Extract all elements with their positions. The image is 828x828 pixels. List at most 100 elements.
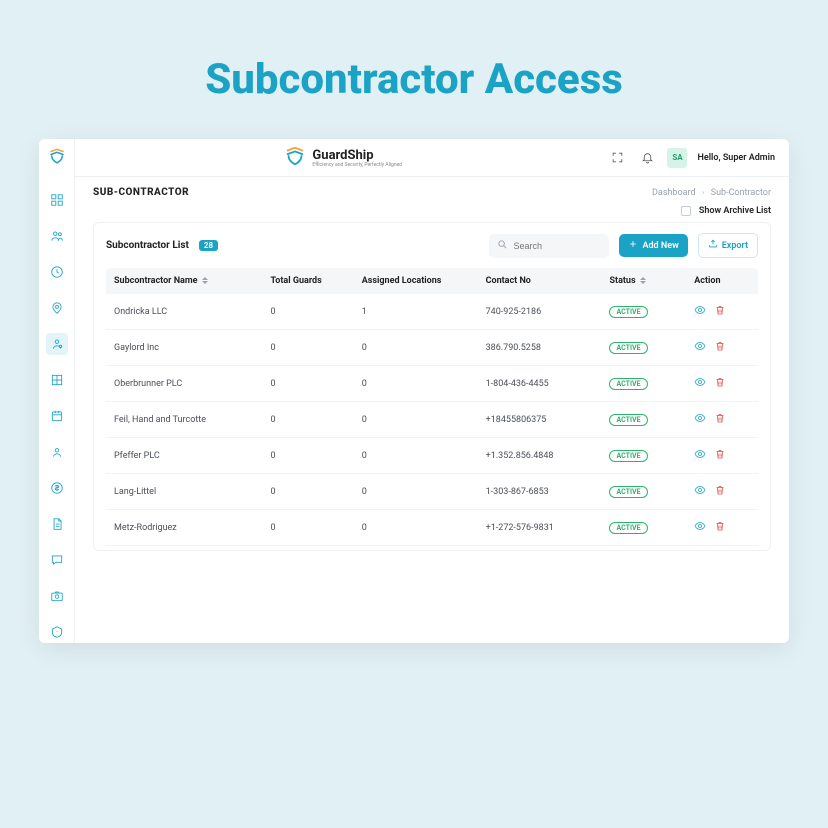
delete-icon[interactable] — [714, 412, 726, 427]
export-label: Export — [722, 241, 748, 251]
col-status[interactable]: Status — [601, 268, 686, 294]
list-title: Subcontractor List — [106, 240, 189, 251]
archive-toggle-row: Show Archive List — [93, 206, 771, 216]
view-icon[interactable] — [694, 484, 706, 499]
search-input[interactable] — [513, 241, 593, 251]
cell-action — [686, 474, 758, 510]
nav-clock[interactable] — [46, 261, 68, 283]
archive-label: Show Archive List — [699, 206, 771, 216]
cell-status: ACTIVE — [601, 366, 686, 402]
main: GuardShip Efficiency and Security, Perfe… — [75, 139, 789, 643]
table-header-row: Subcontractor Name Total Guards Assigned… — [106, 268, 758, 294]
cell-guards: 0 — [262, 366, 353, 402]
view-icon[interactable] — [694, 304, 706, 319]
delete-icon[interactable] — [714, 304, 726, 319]
sidebar-nav — [46, 189, 68, 643]
bell-icon[interactable] — [637, 148, 657, 168]
delete-icon[interactable] — [714, 376, 726, 391]
cell-contact: +18455806375 — [478, 402, 602, 438]
nav-grid[interactable] — [46, 369, 68, 391]
cell-guards: 0 — [262, 474, 353, 510]
add-new-label: Add New — [642, 241, 678, 251]
cell-contact: 740-925-2186 — [478, 294, 602, 330]
breadcrumb: Dashboard › Sub-Contractor — [652, 188, 771, 198]
cell-contact: 1-303-867-6853 — [478, 474, 602, 510]
cell-locations: 0 — [354, 402, 478, 438]
cell-name: Metz-Rodriguez — [106, 510, 262, 546]
cell-action — [686, 510, 758, 546]
cell-guards: 0 — [262, 510, 353, 546]
cell-status: ACTIVE — [601, 438, 686, 474]
nav-calendar[interactable] — [46, 405, 68, 427]
nav-users[interactable] — [46, 225, 68, 247]
status-badge: ACTIVE — [609, 522, 647, 534]
cell-name: Gaylord Inc — [106, 330, 262, 366]
plus-icon — [628, 239, 638, 252]
cell-name: Feil, Hand and Turcotte — [106, 402, 262, 438]
cell-action — [686, 438, 758, 474]
nav-help[interactable] — [46, 621, 68, 643]
view-icon[interactable] — [694, 520, 706, 535]
brand-name: GuardShip — [312, 148, 402, 163]
cell-guards: 0 — [262, 294, 353, 330]
brand: GuardShip Efficiency and Security, Perfe… — [284, 145, 402, 170]
nav-camera[interactable] — [46, 585, 68, 607]
view-icon[interactable] — [694, 412, 706, 427]
cell-action — [686, 294, 758, 330]
delete-icon[interactable] — [714, 484, 726, 499]
table-row: Feil, Hand and Turcotte00+18455806375ACT… — [106, 402, 758, 438]
nav-location[interactable] — [46, 297, 68, 319]
breadcrumb-root[interactable]: Dashboard — [652, 188, 696, 198]
status-badge: ACTIVE — [609, 414, 647, 426]
subcontractor-table: Subcontractor Name Total Guards Assigned… — [106, 268, 758, 546]
add-new-button[interactable]: Add New — [619, 234, 687, 257]
logo-icon — [48, 147, 66, 165]
page-title: SUB-CONTRACTOR — [93, 187, 189, 198]
cell-contact: +1.352.856.4848 — [478, 438, 602, 474]
cell-action — [686, 330, 758, 366]
col-contact: Contact No — [478, 268, 602, 294]
breadcrumb-sep: › — [702, 188, 705, 198]
sort-icon — [640, 277, 646, 284]
table-row: Ondricka LLC01740-925-2186ACTIVE — [106, 294, 758, 330]
card-header: Subcontractor List 28 Add New Export — [106, 233, 758, 258]
breadcrumb-current: Sub-Contractor — [711, 188, 771, 198]
nav-profile[interactable] — [46, 441, 68, 463]
delete-icon[interactable] — [714, 520, 726, 535]
cell-name: Lang-Littel — [106, 474, 262, 510]
cell-guards: 0 — [262, 330, 353, 366]
nav-dashboard[interactable] — [46, 189, 68, 211]
cell-locations: 1 — [354, 294, 478, 330]
nav-chat[interactable] — [46, 549, 68, 571]
nav-dollar[interactable] — [46, 477, 68, 499]
search-icon — [497, 239, 508, 253]
view-icon[interactable] — [694, 376, 706, 391]
archive-checkbox[interactable] — [681, 206, 691, 216]
page-header: SUB-CONTRACTOR Dashboard › Sub-Contracto… — [75, 177, 789, 206]
nav-document[interactable] — [46, 513, 68, 535]
table-row: Lang-Littel001-303-867-6853ACTIVE — [106, 474, 758, 510]
col-name[interactable]: Subcontractor Name — [106, 268, 262, 294]
cell-status: ACTIVE — [601, 294, 686, 330]
table-row: Gaylord Inc00386.790.5258ACTIVE — [106, 330, 758, 366]
avatar[interactable]: SA — [667, 148, 687, 168]
cell-name: Ondricka LLC — [106, 294, 262, 330]
table-row: Metz-Rodriguez00+1-272-576-9831ACTIVE — [106, 510, 758, 546]
nav-subcontractor[interactable] — [46, 333, 68, 355]
fullscreen-icon[interactable] — [607, 148, 627, 168]
table-row: Oberbrunner PLC001-804-436-4455ACTIVE — [106, 366, 758, 402]
view-icon[interactable] — [694, 448, 706, 463]
delete-icon[interactable] — [714, 448, 726, 463]
cell-status: ACTIVE — [601, 402, 686, 438]
status-badge: ACTIVE — [609, 378, 647, 390]
export-button[interactable]: Export — [698, 233, 758, 258]
delete-icon[interactable] — [714, 340, 726, 355]
view-icon[interactable] — [694, 340, 706, 355]
cell-locations: 0 — [354, 330, 478, 366]
greeting: Hello, Super Admin — [697, 153, 775, 163]
cell-guards: 0 — [262, 402, 353, 438]
cell-name: Pfeffer PLC — [106, 438, 262, 474]
search-box[interactable] — [489, 234, 609, 258]
hero-title: Subcontractor Access — [0, 0, 828, 139]
export-icon — [708, 239, 718, 252]
